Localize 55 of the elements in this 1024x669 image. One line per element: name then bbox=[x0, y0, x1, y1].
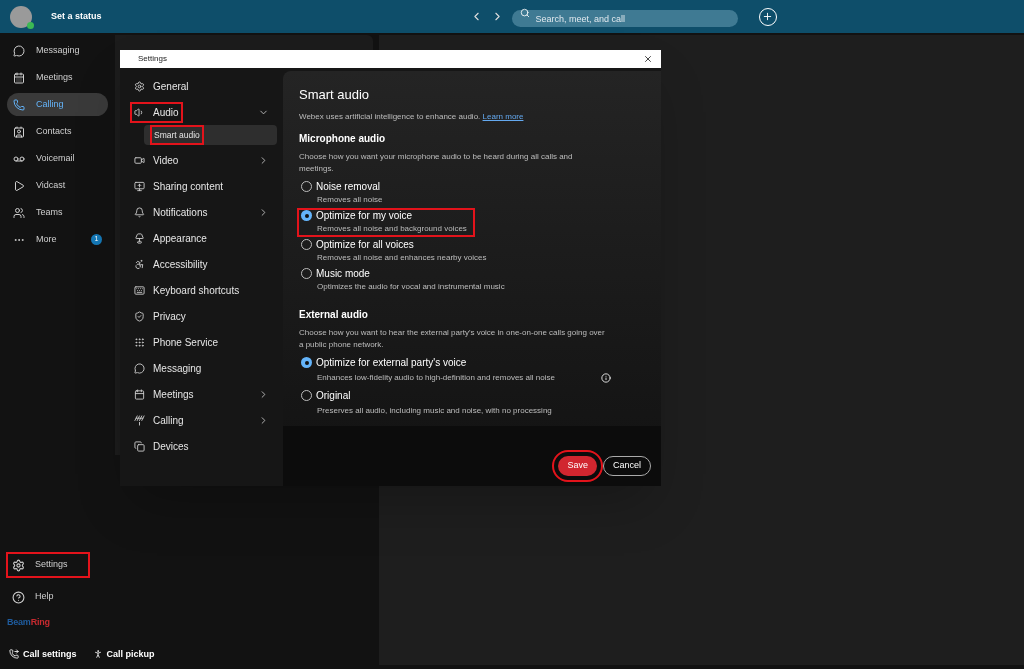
sidebar-item[interactable]: Meetings bbox=[7, 66, 108, 89]
group-description: Choose how you want to hear the external party's voice in one-on-one calls going over a public phone network. bbox=[299, 326, 606, 351]
sidebar-item[interactable]: Calling bbox=[7, 93, 108, 116]
radio-option[interactable]: Optimize for all voices Removes all noise and enhances nearby voices bbox=[297, 236, 495, 266]
option-description: Enhances low-fidelity audio to high-definition and removes all noise bbox=[317, 371, 555, 384]
settings-nav-item[interactable]: Devices bbox=[126, 435, 277, 457]
settings-nav-item[interactable]: Accessibility bbox=[126, 253, 277, 275]
settings-nav-item[interactable]: Video bbox=[126, 149, 277, 171]
group-title: Microphone audio bbox=[299, 131, 387, 146]
brand-logo: BeamRing bbox=[7, 616, 50, 629]
sidebar-item[interactable]: Help bbox=[6, 584, 90, 610]
option-description: Optimizes the audio for vocal and instrumental music bbox=[317, 280, 505, 293]
footer-link[interactable]: Call pickup bbox=[106, 647, 155, 661]
settings-subnav-item[interactable]: Smart audio bbox=[144, 125, 277, 145]
settings-nav-item[interactable]: Messaging bbox=[126, 357, 277, 379]
settings-nav-item[interactable]: Privacy bbox=[126, 305, 277, 327]
radio-option[interactable]: Original Preserves all audio, including music and noise, with no processing bbox=[297, 387, 560, 421]
sidebar-item[interactable]: Voicemail bbox=[7, 147, 108, 170]
settings-nav-item[interactable]: Notifications bbox=[126, 201, 277, 223]
dialog-title: Settings bbox=[138, 53, 168, 65]
settings-nav-item[interactable]: Sharing content bbox=[126, 175, 277, 197]
option-description: Removes all noise and background voices bbox=[317, 222, 467, 235]
radio-option[interactable]: Optimize for external party's voice Enhances low-fidelity audio to high-definition and removes all noise bbox=[297, 354, 619, 388]
settings-nav-item[interactable]: Audio bbox=[126, 101, 277, 123]
learn-more-link[interactable]: Learn more bbox=[482, 111, 524, 121]
sidebar-item[interactable]: Teams bbox=[7, 201, 108, 224]
radio-option[interactable]: Optimize for my voice Removes all noise and background voices bbox=[297, 207, 475, 237]
option-label: Optimize for my voice bbox=[316, 209, 413, 222]
status-text[interactable]: Set a status bbox=[51, 9, 102, 24]
sidebar-item[interactable]: Vidcast bbox=[7, 174, 108, 197]
option-label: Optimize for all voices bbox=[316, 238, 414, 251]
option-description: Removes all noise and enhances nearby voices bbox=[317, 251, 487, 264]
option-description: Preserves all audio, including music and noise, with no processing bbox=[317, 404, 552, 417]
option-label: Original bbox=[316, 389, 351, 402]
sidebar-item[interactable]: Messaging bbox=[7, 39, 108, 62]
sidebar-item[interactable]: Contacts bbox=[7, 120, 108, 143]
settings-nav-item[interactable]: Keyboard shortcuts bbox=[126, 279, 277, 301]
section-heading: Smart audio bbox=[299, 86, 371, 104]
search-field[interactable]: Search, meet, and call bbox=[511, 10, 738, 27]
group-description: Choose how you want your microphone audio to be heard during all calls and meetings. bbox=[299, 150, 574, 175]
option-description: Removes all noise bbox=[317, 193, 383, 206]
option-label: Music mode bbox=[316, 267, 370, 280]
intro-text: Webex uses artificial intelligence to enhance audio. Learn more bbox=[299, 110, 525, 123]
option-label: Noise removal bbox=[316, 180, 380, 193]
settings-nav-item[interactable]: General bbox=[126, 75, 277, 97]
option-label: Optimize for external party's voice bbox=[316, 356, 467, 369]
sidebar-item[interactable]: Settings bbox=[6, 552, 90, 578]
group-title: External audio bbox=[299, 307, 369, 322]
settings-nav-item[interactable]: Appearance bbox=[126, 227, 277, 249]
settings-nav-item[interactable]: Phone Service bbox=[126, 331, 277, 353]
settings-nav-item[interactable]: Calling bbox=[126, 409, 277, 431]
settings-nav-item[interactable]: Meetings bbox=[126, 383, 277, 405]
footer-link[interactable]: Call settings bbox=[23, 647, 77, 661]
radio-option[interactable]: Music mode Optimizes the audio for vocal and instrumental music bbox=[297, 265, 513, 295]
radio-option[interactable]: Noise removal Removes all noise bbox=[297, 178, 391, 208]
